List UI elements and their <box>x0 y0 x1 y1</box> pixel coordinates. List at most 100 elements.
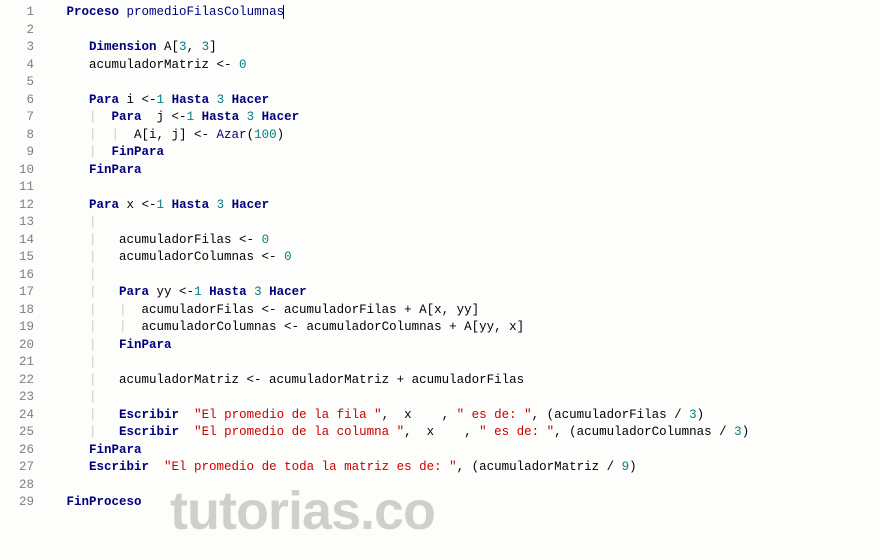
token-guide: | <box>89 145 112 159</box>
token-kw: Para <box>89 198 119 212</box>
code-line[interactable]: 8 | | A[i, j] <- Azar(100) <box>0 127 880 145</box>
token-txt: i <- <box>119 93 157 107</box>
code-line[interactable]: 11 <box>0 179 880 197</box>
code-line[interactable]: 6 Para i <-1 Hasta 3 Hacer <box>0 92 880 110</box>
token-guide: | <box>89 355 97 369</box>
code-content[interactable]: Para i <-1 Hasta 3 Hacer <box>44 92 880 110</box>
code-content[interactable]: | | A[i, j] <- Azar(100) <box>44 127 880 145</box>
token-txt <box>44 233 89 247</box>
code-content[interactable]: | | acumuladorFilas <- acumuladorFilas +… <box>44 302 880 320</box>
code-content[interactable]: Para x <-1 Hasta 3 Hacer <box>44 197 880 215</box>
line-number: 3 <box>0 39 44 57</box>
token-num: 1 <box>157 93 165 107</box>
token-ident-dark: promedioFilasColumnas <box>127 5 285 19</box>
code-line[interactable]: 17 | Para yy <-1 Hasta 3 Hacer <box>0 284 880 302</box>
token-txt <box>44 478 67 492</box>
code-line[interactable]: 26 FinPara <box>0 442 880 460</box>
token-str: "El promedio de toda la matriz es de: " <box>164 460 457 474</box>
token-txt: A[ <box>157 40 180 54</box>
token-txt <box>44 145 89 159</box>
line-number: 25 <box>0 424 44 442</box>
code-content[interactable]: | acumuladorMatriz <- acumuladorMatriz +… <box>44 372 880 390</box>
code-content[interactable]: FinPara <box>44 162 880 180</box>
line-number: 21 <box>0 354 44 372</box>
code-content[interactable]: | FinPara <box>44 144 880 162</box>
code-content[interactable]: | | acumuladorColumnas <- acumuladorColu… <box>44 319 880 337</box>
token-txt <box>44 460 89 474</box>
code-content[interactable]: Escribir "El promedio de toda la matriz … <box>44 459 880 477</box>
line-number: 13 <box>0 214 44 232</box>
token-kw: Escribir <box>119 425 179 439</box>
token-str: " es de: " <box>457 408 532 422</box>
code-line[interactable]: 24 | Escribir "El promedio de la fila ",… <box>0 407 880 425</box>
code-line[interactable]: 10 FinPara <box>0 162 880 180</box>
code-line[interactable]: 21 | <box>0 354 880 372</box>
token-txt: acumuladorFilas <- <box>119 233 262 247</box>
code-content[interactable]: FinProceso <box>44 494 880 512</box>
code-line[interactable]: 20 | FinPara <box>0 337 880 355</box>
token-txt <box>44 495 67 509</box>
token-txt <box>44 338 89 352</box>
code-content[interactable] <box>44 74 880 92</box>
token-txt <box>164 93 172 107</box>
token-kw: FinPara <box>89 163 142 177</box>
code-line[interactable]: 27 Escribir "El promedio de toda la matr… <box>0 459 880 477</box>
token-txt: ) <box>277 128 285 142</box>
code-content[interactable]: Dimension A[3, 3] <box>44 39 880 57</box>
token-txt <box>44 320 89 334</box>
code-line[interactable]: 12 Para x <-1 Hasta 3 Hacer <box>0 197 880 215</box>
code-line[interactable]: 29 FinProceso <box>0 494 880 512</box>
code-line[interactable]: 23 | <box>0 389 880 407</box>
token-kw: Hasta <box>172 198 210 212</box>
code-line[interactable]: 7 | Para j <-1 Hasta 3 Hacer <box>0 109 880 127</box>
code-content[interactable]: | <box>44 214 880 232</box>
code-content[interactable]: | <box>44 389 880 407</box>
token-txt <box>209 198 217 212</box>
code-line[interactable]: 14 | acumuladorFilas <- 0 <box>0 232 880 250</box>
token-txt: ) <box>742 425 750 439</box>
code-line[interactable]: 28 <box>0 477 880 495</box>
code-line[interactable]: 5 <box>0 74 880 92</box>
code-content[interactable]: | FinPara <box>44 337 880 355</box>
code-content[interactable]: | Para j <-1 Hasta 3 Hacer <box>44 109 880 127</box>
token-txt: j <- <box>142 110 187 124</box>
code-content[interactable] <box>44 179 880 197</box>
code-line[interactable]: 15 | acumuladorColumnas <- 0 <box>0 249 880 267</box>
code-content[interactable] <box>44 22 880 40</box>
code-content[interactable]: | Para yy <-1 Hasta 3 Hacer <box>44 284 880 302</box>
token-guide: | <box>89 285 119 299</box>
line-number: 16 <box>0 267 44 285</box>
code-content[interactable]: | <box>44 354 880 372</box>
code-line[interactable]: 16 | <box>0 267 880 285</box>
line-number: 29 <box>0 494 44 512</box>
code-content[interactable]: | Escribir "El promedio de la columna ",… <box>44 424 880 442</box>
code-editor[interactable]: 1 Proceso promedioFilasColumnas2 3 Dimen… <box>0 0 880 512</box>
code-line[interactable]: 13 | <box>0 214 880 232</box>
line-number: 12 <box>0 197 44 215</box>
code-line[interactable]: 2 <box>0 22 880 40</box>
code-content[interactable]: | Escribir "El promedio de la fila ", x … <box>44 407 880 425</box>
token-txt <box>209 93 217 107</box>
code-line[interactable]: 9 | FinPara <box>0 144 880 162</box>
token-kw: Hasta <box>172 93 210 107</box>
code-content[interactable]: Proceso promedioFilasColumnas <box>44 4 880 22</box>
line-number: 8 <box>0 127 44 145</box>
code-line[interactable]: 4 acumuladorMatriz <- 0 <box>0 57 880 75</box>
code-line[interactable]: 3 Dimension A[3, 3] <box>0 39 880 57</box>
code-line[interactable]: 22 | acumuladorMatriz <- acumuladorMatri… <box>0 372 880 390</box>
token-txt <box>164 198 172 212</box>
code-line[interactable]: 18 | | acumuladorFilas <- acumuladorFila… <box>0 302 880 320</box>
code-content[interactable]: | <box>44 267 880 285</box>
code-line[interactable]: 1 Proceso promedioFilasColumnas <box>0 4 880 22</box>
code-content[interactable]: | acumuladorFilas <- 0 <box>44 232 880 250</box>
code-content[interactable]: acumuladorMatriz <- 0 <box>44 57 880 75</box>
code-content[interactable]: FinPara <box>44 442 880 460</box>
code-content[interactable]: | acumuladorColumnas <- 0 <box>44 249 880 267</box>
code-content[interactable] <box>44 477 880 495</box>
token-txt: acumuladorColumnas <- <box>119 250 284 264</box>
token-guide: | <box>89 373 119 387</box>
token-kw: Hacer <box>232 198 270 212</box>
token-guide: | <box>89 110 112 124</box>
code-line[interactable]: 25 | Escribir "El promedio de la columna… <box>0 424 880 442</box>
code-line[interactable]: 19 | | acumuladorColumnas <- acumuladorC… <box>0 319 880 337</box>
